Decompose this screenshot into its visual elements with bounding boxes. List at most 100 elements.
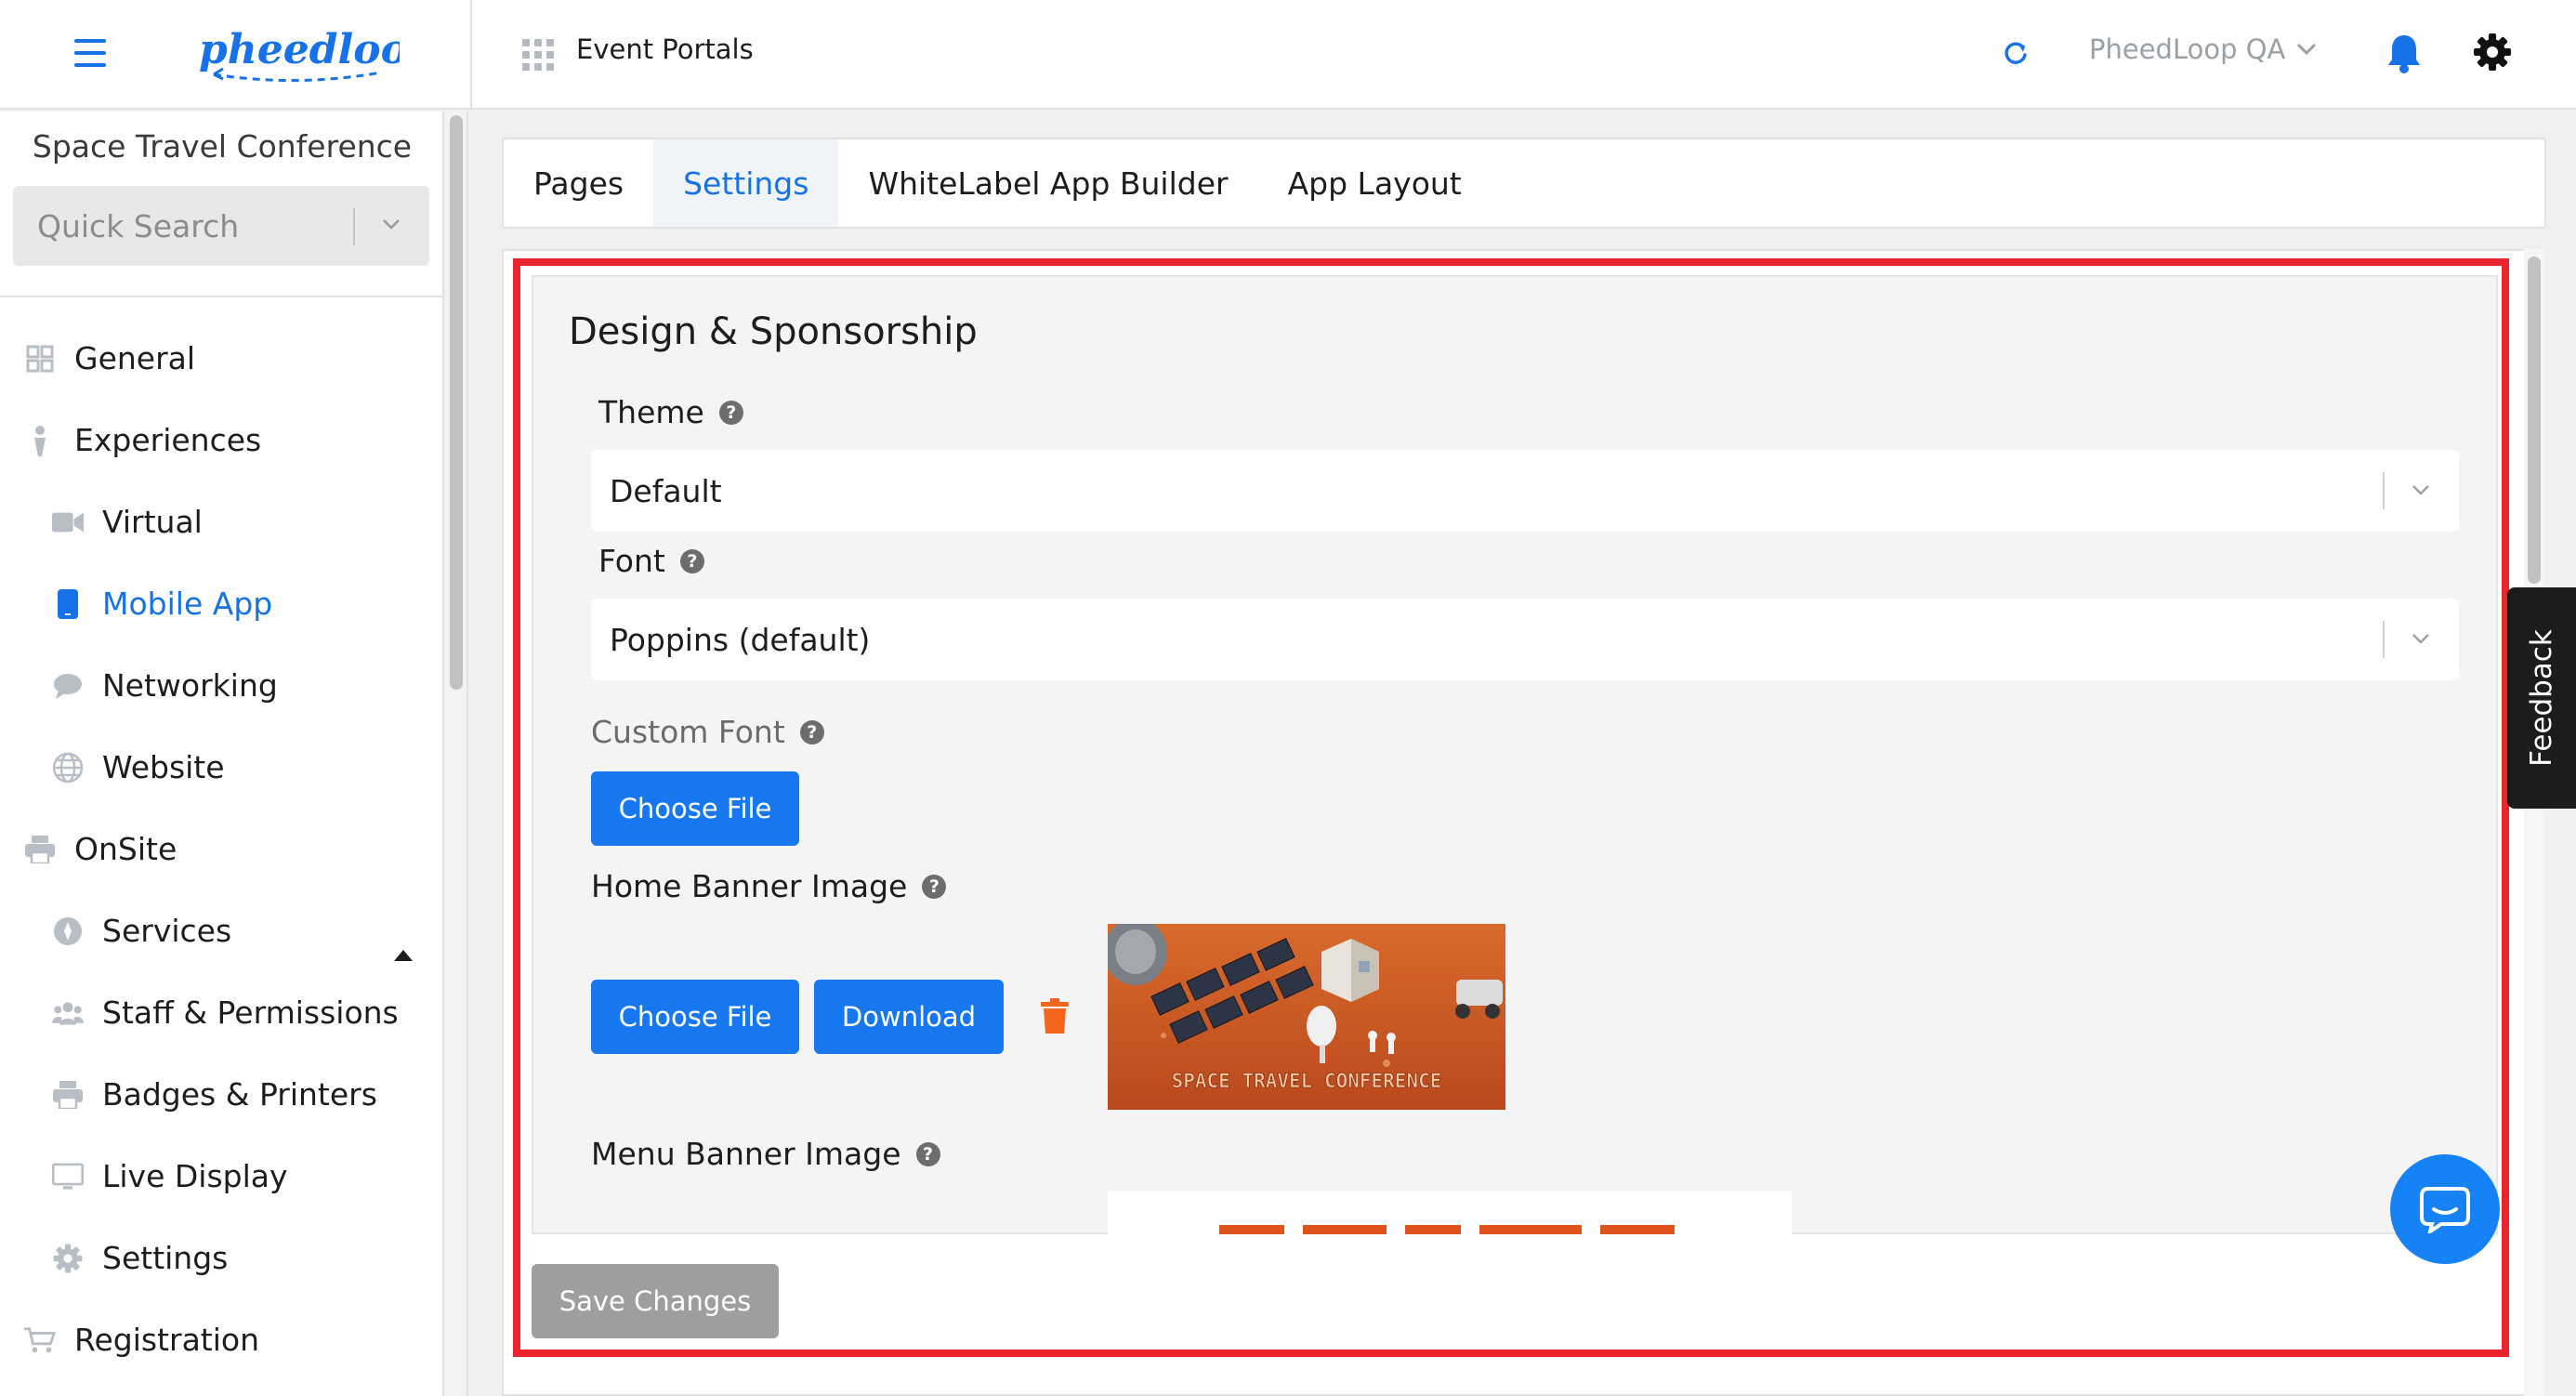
save-changes-button[interactable]: Save Changes [532, 1264, 779, 1338]
tab-app-layout[interactable]: App Layout [1258, 139, 1492, 227]
theme-label-text: Theme [598, 394, 704, 430]
sidebar-item-experiences[interactable]: Experiences [24, 422, 261, 458]
help-icon[interactable]: ? [799, 719, 824, 744]
sidebar-item-label: Staff & Permissions [102, 994, 399, 1031]
sidebar-item-label: Virtual [102, 504, 203, 540]
sidebar-item-label: Networking [102, 667, 278, 704]
sidebar-item-label: Settings [102, 1240, 229, 1276]
font-select[interactable]: Poppins (default) [591, 599, 2459, 680]
section-title: Design & Sponsorship [569, 310, 978, 353]
home-banner-label: Home Banner Image ? [591, 868, 947, 904]
font-label-text: Font [598, 543, 665, 579]
hamburger-menu-icon[interactable] [74, 39, 106, 67]
sidebar-item-label: General [74, 340, 196, 376]
chevron-down-icon [2297, 43, 2317, 56]
sidebar-item-label: Experiences [74, 422, 262, 458]
person-icon [24, 425, 56, 456]
sidebar-item-label: Services [102, 913, 232, 949]
sidebar-item-label: Website [102, 749, 225, 785]
sidebar-item-settings[interactable]: Settings [52, 1240, 228, 1276]
grid-icon [24, 343, 56, 375]
sidebar-item-virtual[interactable]: Virtual [52, 504, 203, 540]
sidebar-item-services[interactable]: Services [52, 913, 231, 949]
chevron-down-icon[interactable] [381, 214, 401, 234]
printer-icon [52, 1079, 84, 1111]
settings-gear-icon[interactable] [2472, 32, 2513, 72]
help-icon[interactable]: ? [679, 548, 704, 573]
chevron-down-icon[interactable] [2411, 628, 2431, 649]
feedback-tab[interactable]: Feedback [2507, 587, 2576, 809]
sidebar-item-general[interactable]: General [24, 340, 195, 376]
menu-banner-label-text: Menu Banner Image [591, 1136, 901, 1172]
cart-icon [24, 1324, 56, 1356]
home-banner-download-button[interactable]: Download [814, 980, 1004, 1054]
help-icon[interactable]: ? [718, 400, 743, 425]
sidebar-item-label: Live Display [102, 1158, 288, 1194]
sidebar-item-label: OnSite [74, 831, 177, 867]
account-name: PheedLoop QA [2089, 33, 2286, 65]
theme-select[interactable]: Default [591, 450, 2459, 532]
menu-banner-label: Menu Banner Image ? [591, 1136, 940, 1172]
design-sponsorship-card [532, 275, 2498, 1234]
sidebar-item-live-display[interactable]: Live Display [52, 1158, 288, 1194]
sidebar-item-networking[interactable]: Networking [52, 667, 278, 704]
sidebar-item-label: Badges & Printers [102, 1076, 377, 1113]
chevron-down-icon[interactable] [2411, 480, 2431, 500]
home-banner-label-text: Home Banner Image [591, 868, 908, 904]
quick-search-placeholder: Quick Search [37, 207, 240, 244]
sidebar-divider [0, 296, 444, 297]
custom-font-label-text: Custom Font [591, 714, 785, 750]
sidebar-scrollbar[interactable] [446, 112, 468, 1396]
home-banner-choose-file-button[interactable]: Choose File [591, 980, 799, 1054]
feedback-label: Feedback [2525, 629, 2558, 767]
sidebar-item-badges-printers[interactable]: Badges & Printers [52, 1076, 377, 1113]
apps-grid-icon[interactable] [522, 39, 554, 71]
sidebar-scrollbar-thumb[interactable] [450, 115, 463, 690]
help-icon[interactable]: ? [922, 874, 947, 899]
custom-font-choose-file-button[interactable]: Choose File [591, 771, 799, 846]
sidebar-item-label: Mobile App [102, 586, 273, 622]
tab-bar: Pages Settings WhiteLabel App Builder Ap… [502, 138, 2546, 229]
compass-icon [52, 915, 84, 947]
bell-icon[interactable] [2385, 32, 2424, 74]
custom-font-label: Custom Font ? [591, 714, 824, 750]
svg-text:SPACE TRAVEL CONFERENCE: SPACE TRAVEL CONFERENCE [1172, 1070, 1442, 1092]
sidebar-item-onsite[interactable]: OnSite [24, 831, 177, 867]
help-icon[interactable]: ? [915, 1141, 940, 1166]
tab-pages[interactable]: Pages [504, 139, 653, 227]
trash-icon[interactable] [1041, 998, 1069, 1034]
theme-label: Theme ? [598, 394, 743, 430]
sidebar: Space Travel Conference Quick Search Gen… [0, 112, 444, 1396]
tab-settings[interactable]: Settings [653, 139, 839, 227]
tab-whitelabel-app-builder[interactable]: WhiteLabel App Builder [838, 139, 1257, 227]
svg-text:pheedloop: pheedloop [199, 26, 400, 73]
theme-value: Default [610, 472, 722, 509]
sidebar-item-registration[interactable]: Registration [24, 1322, 259, 1358]
people-icon [52, 997, 84, 1029]
top-bar: pheedloop Event Portals PheedLoop QA [0, 0, 2576, 110]
sidebar-item-staff-permissions[interactable]: Staff & Permissions [52, 994, 399, 1031]
account-switcher[interactable]: PheedLoop QA [2089, 33, 2317, 65]
event-name: Space Travel Conference [32, 128, 413, 165]
menu-banner-image [1108, 1192, 1792, 1234]
pheedloop-logo[interactable]: pheedloop [195, 17, 400, 91]
sidebar-item-website[interactable]: Website [52, 749, 225, 785]
quick-search-select[interactable]: Quick Search [13, 186, 429, 266]
select-separator [2383, 472, 2385, 509]
font-label: Font ? [598, 543, 704, 579]
select-separator [353, 208, 355, 245]
portal-title: Event Portals [576, 33, 754, 65]
content-scrollbar[interactable] [2524, 249, 2544, 1396]
globe-icon [52, 752, 84, 784]
sidebar-item-mobile-app[interactable]: Mobile App [52, 586, 272, 622]
top-divider [470, 0, 472, 110]
collapse-caret-icon[interactable] [394, 950, 413, 961]
content-scrollbar-thumb[interactable] [2528, 257, 2541, 584]
monitor-icon [52, 1161, 84, 1192]
chat-widget-button[interactable] [2390, 1154, 2500, 1264]
home-banner-image: SPACE TRAVEL CONFERENCE [1108, 924, 1505, 1110]
phone-icon [52, 588, 84, 620]
refresh-icon[interactable] [2000, 37, 2031, 69]
save-bar [532, 1234, 2498, 1344]
video-icon [52, 507, 84, 538]
